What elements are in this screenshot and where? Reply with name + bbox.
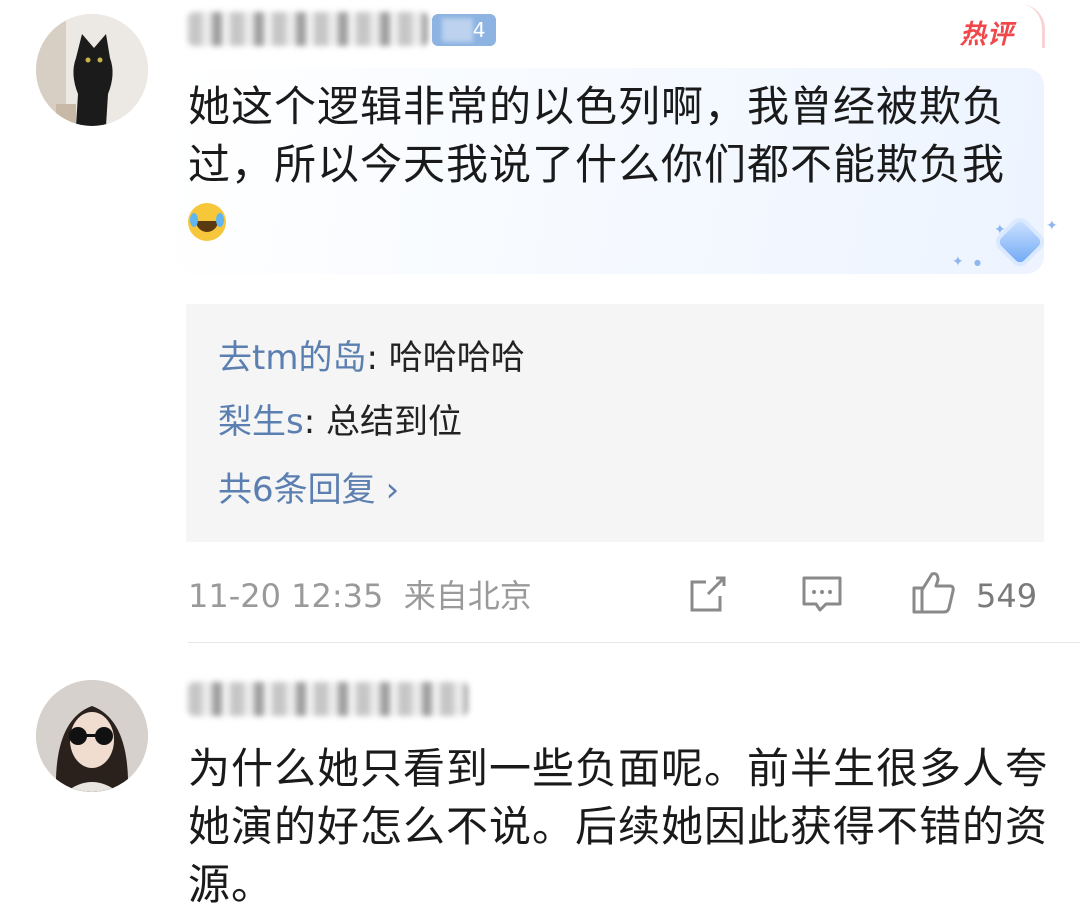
share-icon[interactable]	[686, 572, 730, 616]
like-count: 549	[976, 577, 1038, 615]
comment-text[interactable]: 她这个逻辑非常的以色列啊，我曾经被欺负过，所以今天我说了什么你们都不能欺负我	[188, 78, 1018, 252]
chevron-right-icon: ›	[385, 470, 400, 510]
fan-level-badge[interactable]: ▒▒4	[432, 14, 496, 46]
location: 来自北京	[403, 577, 532, 615]
commenter-username-blurred[interactable]	[188, 12, 428, 46]
reply-text: 总结到位	[325, 402, 462, 442]
comment-divider	[188, 642, 1080, 643]
thumbs-up-icon[interactable]	[910, 568, 958, 616]
view-all-replies-link[interactable]: 共6条回复 ›	[218, 468, 399, 512]
hot-badge-wing-decoration	[1020, 4, 1045, 48]
reply-author[interactable]: 梨生s	[218, 402, 304, 442]
hot-comment-badge: 热评	[960, 20, 1015, 50]
comment-meta: 11-20 12:35 来自北京	[188, 576, 532, 616]
reply-item[interactable]: 梨生s: 总结到位	[218, 400, 462, 444]
comment-feed: ▒▒4 热评 她这个逻辑非常的以色列啊，我曾经被欺负过，所以今天我说了什么你们都…	[0, 0, 1080, 924]
comment-text[interactable]: 为什么她只看到一些负面呢。前半生很多人夸她演的好怎么不说。后续她因此获得不错的资…	[188, 740, 1058, 914]
reply-item[interactable]: 去tm的岛: 哈哈哈哈	[218, 336, 525, 380]
laughing-crying-emoji-icon	[188, 203, 226, 241]
timestamp: 11-20 12:35	[188, 577, 384, 615]
commenter-avatar[interactable]	[36, 680, 148, 792]
reply-author[interactable]: 去tm的岛	[218, 338, 366, 378]
reply-text: 哈哈哈哈	[388, 338, 525, 378]
commenter-avatar[interactable]	[36, 14, 148, 126]
comment-icon[interactable]	[800, 572, 844, 616]
commenter-username-blurred[interactable]	[188, 682, 468, 716]
diamond-badge-icon: ✦ ✦ ✦ ●	[952, 218, 1058, 270]
